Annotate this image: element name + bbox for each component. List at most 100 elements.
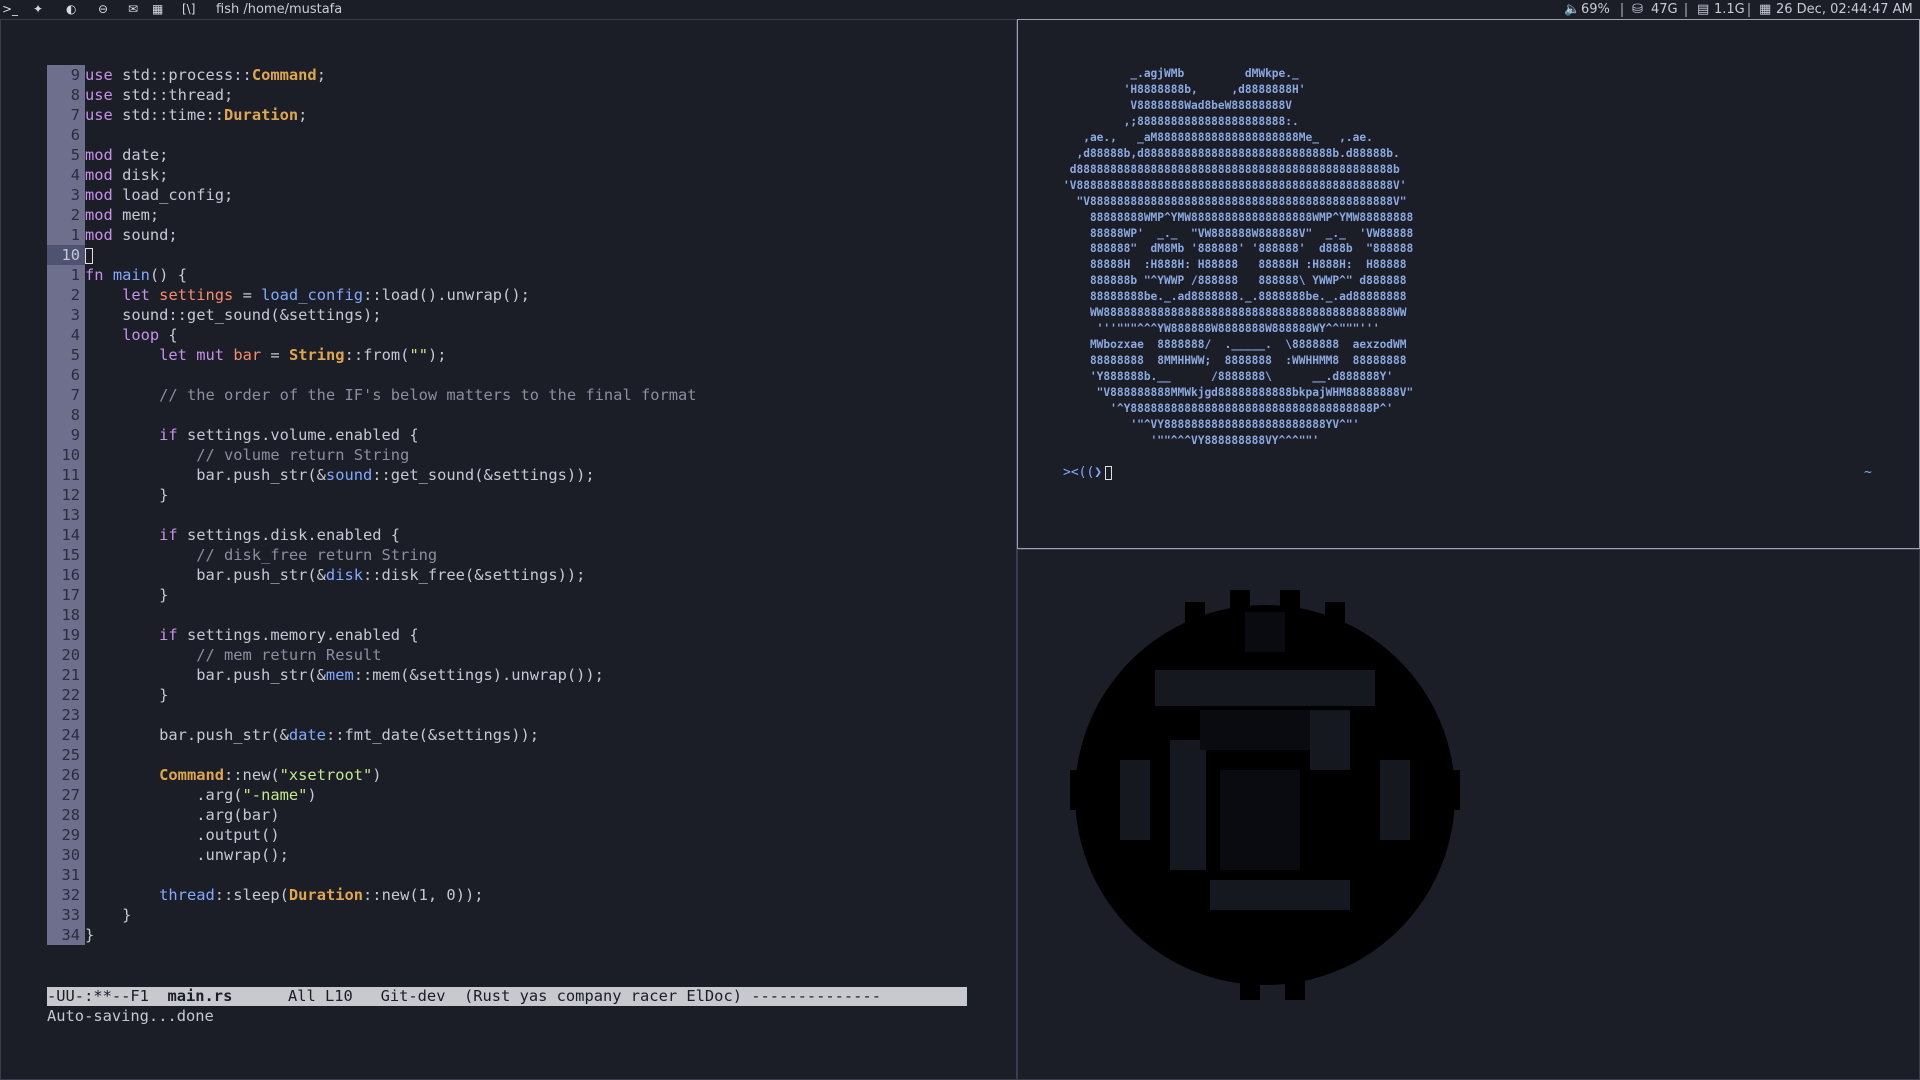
code-text[interactable]: use std::process::Command; xyxy=(85,65,326,85)
code-text[interactable]: .arg("-name") xyxy=(85,785,317,805)
code-text[interactable]: use std::thread; xyxy=(85,85,233,105)
code-text[interactable]: sound::get_sound(&settings); xyxy=(85,305,381,325)
code-line[interactable]: 10 xyxy=(47,245,697,265)
mode-line-status: -UU-:**--F1 xyxy=(47,987,168,1005)
code-line[interactable]: 33 } xyxy=(47,905,697,925)
line-number: 15 xyxy=(47,545,85,565)
code-line[interactable]: 22 } xyxy=(47,685,697,705)
code-text[interactable]: .arg(bar) xyxy=(85,805,279,825)
code-text[interactable]: } xyxy=(85,905,131,925)
code-line[interactable]: 30 .unwrap(); xyxy=(47,845,697,865)
code-line[interactable]: 5 let mut bar = String::from(""); xyxy=(47,345,697,365)
code-line[interactable]: 28 .arg(bar) xyxy=(47,805,697,825)
code-line[interactable]: 34} xyxy=(47,925,697,945)
mail-workspace-icon[interactable]: ✉ xyxy=(128,1,138,18)
line-number: 6 xyxy=(47,365,85,385)
code-text[interactable]: fn main() { xyxy=(85,265,187,285)
code-line[interactable]: 17 } xyxy=(47,585,697,605)
code-line[interactable]: 7 // the order of the IF's below matters… xyxy=(47,385,697,405)
code-text[interactable]: } xyxy=(85,485,168,505)
firefox-workspace-icon[interactable]: ◐ xyxy=(66,1,76,18)
code-line[interactable]: 8 xyxy=(47,405,697,425)
circle-workspace-icon[interactable]: ⊖ xyxy=(98,1,108,18)
code-text[interactable]: mod date; xyxy=(85,145,168,165)
code-line[interactable]: 4 mod disk; xyxy=(47,165,697,185)
code-line[interactable]: 1 mod sound; xyxy=(47,225,697,245)
code-line[interactable]: 27 .arg("-name") xyxy=(47,785,697,805)
code-text[interactable]: } xyxy=(85,685,168,705)
code-text[interactable]: // mem return Result xyxy=(85,645,381,665)
code-text[interactable] xyxy=(85,245,93,265)
line-number: 19 xyxy=(47,625,85,645)
code-text[interactable]: if settings.disk.enabled { xyxy=(85,525,400,545)
code-line[interactable]: 6 xyxy=(47,365,697,385)
code-line[interactable]: 7 use std::time::Duration; xyxy=(47,105,697,125)
terminal-workspace-icon[interactable]: >_ xyxy=(2,1,18,18)
layout-indicator[interactable]: [\] xyxy=(182,1,195,18)
code-line[interactable]: 24 bar.push_str(&date::fmt_date(&setting… xyxy=(47,725,697,745)
code-line[interactable]: 8 use std::thread; xyxy=(47,85,697,105)
code-line[interactable]: 9 use std::process::Command; xyxy=(47,65,697,85)
code-line[interactable]: 9 if settings.volume.enabled { xyxy=(47,425,697,445)
code-line[interactable]: 26 Command::new("xsetroot") xyxy=(47,765,697,785)
line-number: 22 xyxy=(47,685,85,705)
code-text[interactable]: bar.push_str(&sound::get_sound(&settings… xyxy=(85,465,594,485)
code-line[interactable]: 3 sound::get_sound(&settings); xyxy=(47,305,697,325)
code-line[interactable]: 3 mod load_config; xyxy=(47,185,697,205)
code-editor[interactable]: 9 use std::process::Command; 8 use std::thr… xyxy=(47,65,697,945)
code-text[interactable]: bar.push_str(&disk::disk_free(&settings)… xyxy=(85,565,585,585)
code-text[interactable]: Command::new("xsetroot") xyxy=(85,765,381,785)
code-text[interactable]: } xyxy=(85,585,168,605)
code-line[interactable]: 12 } xyxy=(47,485,697,505)
code-line[interactable]: 23 xyxy=(47,705,697,725)
code-text[interactable]: if settings.memory.enabled { xyxy=(85,625,418,645)
code-line[interactable]: 6 xyxy=(47,125,697,145)
code-text[interactable]: // disk_free return String xyxy=(85,545,437,565)
code-text[interactable]: // volume return String xyxy=(85,445,409,465)
code-text[interactable]: } xyxy=(85,925,94,945)
code-line[interactable]: 14 if settings.disk.enabled { xyxy=(47,525,697,545)
line-number: 10 xyxy=(47,445,85,465)
code-line[interactable]: 20 // mem return Result xyxy=(47,645,697,665)
code-line[interactable]: 31 xyxy=(47,865,697,885)
code-line[interactable]: 32 thread::sleep(Duration::new(1, 0)); xyxy=(47,885,697,905)
code-text[interactable]: mod sound; xyxy=(85,225,178,245)
logo-pixel-block xyxy=(1155,670,1375,706)
code-text[interactable]: mod mem; xyxy=(85,205,159,225)
line-number: 27 xyxy=(47,785,85,805)
code-line[interactable]: 4 loop { xyxy=(47,325,697,345)
code-line[interactable]: 5 mod date; xyxy=(47,145,697,165)
code-line[interactable]: 16 bar.push_str(&disk::disk_free(&settin… xyxy=(47,565,697,585)
code-line[interactable]: 29 .output() xyxy=(47,825,697,845)
code-text[interactable]: bar.push_str(&mem::mem(&settings).unwrap… xyxy=(85,665,604,685)
code-text[interactable]: if settings.volume.enabled { xyxy=(85,425,418,445)
code-text[interactable]: loop { xyxy=(85,325,178,345)
code-text[interactable]: bar.push_str(&date::fmt_date(&settings))… xyxy=(85,725,539,745)
code-line[interactable]: 18 xyxy=(47,605,697,625)
code-text[interactable]: thread::sleep(Duration::new(1, 0)); xyxy=(85,885,483,905)
code-text[interactable]: mod load_config; xyxy=(85,185,233,205)
grid-workspace-icon[interactable]: ▦ xyxy=(152,1,163,18)
code-line[interactable]: 2 mod mem; xyxy=(47,205,697,225)
code-text[interactable]: .unwrap(); xyxy=(85,845,289,865)
code-text[interactable]: let settings = load_config::load().unwra… xyxy=(85,285,530,305)
code-text[interactable]: mod disk; xyxy=(85,165,168,185)
code-line[interactable]: 10 // volume return String xyxy=(47,445,697,465)
code-line[interactable]: 19 if settings.memory.enabled { xyxy=(47,625,697,645)
code-line[interactable]: 1 fn main() { xyxy=(47,265,697,285)
code-line[interactable]: 11 bar.push_str(&sound::get_sound(&setti… xyxy=(47,465,697,485)
code-line[interactable]: 2 let settings = load_config::load().unw… xyxy=(47,285,697,305)
code-text[interactable]: let mut bar = String::from(""); xyxy=(85,345,446,365)
code-text[interactable]: .output() xyxy=(85,825,279,845)
code-line[interactable]: 13 xyxy=(47,505,697,525)
code-text[interactable]: use std::time::Duration; xyxy=(85,105,307,125)
shell-prompt[interactable]: ><((❯ xyxy=(1063,464,1113,482)
code-line[interactable]: 25 xyxy=(47,745,697,765)
code-line[interactable]: 21 bar.push_str(&mem::mem(&settings).unw… xyxy=(47,665,697,685)
text-cursor xyxy=(85,247,93,264)
line-number: 7 xyxy=(47,385,85,405)
code-text[interactable]: // the order of the IF's below matters t… xyxy=(85,385,696,405)
line-number: 24 xyxy=(47,725,85,745)
gear-workspace-icon[interactable]: ✦ xyxy=(33,1,43,18)
code-line[interactable]: 15 // disk_free return String xyxy=(47,545,697,565)
